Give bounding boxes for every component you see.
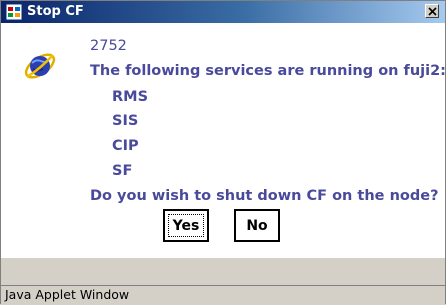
title-bar[interactable]: Stop CF [1, 1, 445, 23]
no-button[interactable]: No [234, 209, 280, 242]
message-code: 2752 [90, 38, 127, 54]
status-bar: Java Applet Window [1, 285, 445, 305]
dialog-content: 2752 The following services are running … [1, 23, 446, 258]
close-button[interactable] [425, 4, 439, 18]
globe-satellite-icon [23, 49, 57, 83]
service-item: SF [112, 163, 133, 179]
yes-button[interactable]: Yes [163, 209, 209, 242]
service-item: RMS [112, 89, 149, 105]
service-item: SIS [112, 113, 139, 129]
message-intro: The following services are running on fu… [90, 63, 446, 79]
close-icon [428, 7, 437, 16]
window-title: Stop CF [27, 4, 84, 19]
message-question: Do you wish to shut down CF on the node? [90, 188, 439, 204]
status-text: Java Applet Window [5, 287, 130, 302]
dialog-window: Stop CF 2752 The following services are … [0, 0, 446, 305]
service-item: CIP [112, 138, 139, 154]
java-cup-icon [5, 3, 23, 21]
